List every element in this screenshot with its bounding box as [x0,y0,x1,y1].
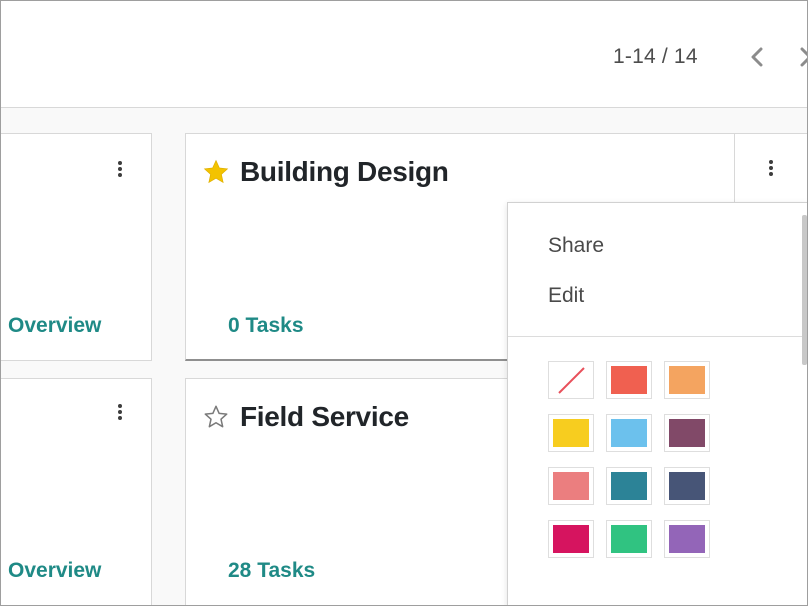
card-header: Field Service [202,401,409,433]
swatch-fill [669,525,705,553]
kebab-dot [118,173,122,177]
app-window: 1-14 / 14 Overview Overview Building Des… [0,0,808,606]
project-title: Building Design [240,156,449,187]
swatch-fill [553,472,589,500]
kebab-dot [118,404,122,408]
color-swatch-red[interactable] [606,361,652,399]
swatch-fill [553,419,589,447]
kebab-dot [118,167,122,171]
dropdown-scrollbar[interactable] [802,215,807,365]
color-swatch-dark-purple[interactable] [664,414,710,452]
pager-next-button[interactable] [791,41,807,73]
pager-value[interactable]: 1-14 / 14 [613,45,698,69]
kebab-dot [118,416,122,420]
star-filled-icon[interactable] [202,158,230,186]
project-card[interactable]: Overview [1,133,152,361]
color-swatch-yellow[interactable] [548,414,594,452]
color-swatch-salmon-pink[interactable] [548,467,594,505]
swatch-fill [553,525,589,553]
card-menu-button-active[interactable] [734,134,807,202]
card-menu-button[interactable] [108,154,132,184]
project-card[interactable]: Overview [1,378,152,605]
color-swatch-no-color[interactable] [548,361,594,399]
kebab-dot [118,410,122,414]
swatch-fill [611,419,647,447]
no-color-icon [558,367,585,394]
share-menu-item[interactable]: Share [548,234,604,258]
swatch-fill [611,525,647,553]
pager-previous-button[interactable] [742,41,772,73]
swatch-fill [611,366,647,394]
card-header: Building Design [202,156,449,188]
card-dropdown-menu: Share Edit [507,202,807,605]
task-label: Tasks [245,314,304,337]
kebab-dot [769,172,773,176]
color-swatch-purple[interactable] [664,520,710,558]
swatch-fill [669,366,705,394]
kebab-dot [769,160,773,164]
kebab-icon [769,160,773,176]
control-panel: 1-14 / 14 [1,1,807,108]
kebab-dot [769,166,773,170]
color-swatch-dark-blue[interactable] [664,467,710,505]
menu-divider [508,336,807,337]
color-swatch-fuchsia[interactable] [548,520,594,558]
card-menu-button[interactable] [108,397,132,427]
tasks-link[interactable]: 28 Tasks [228,559,315,583]
star-outline-icon[interactable] [202,403,230,431]
kebab-dot [118,161,122,165]
task-count: 28 [228,559,252,582]
chevron-right-icon [800,47,807,67]
tasks-link[interactable]: 0 Tasks [228,314,304,338]
chevron-left-icon [751,47,763,67]
edit-menu-item[interactable]: Edit [548,284,584,308]
swatch-fill [669,419,705,447]
color-swatch-medium-blue[interactable] [606,467,652,505]
overview-link[interactable]: Overview [8,559,101,583]
color-swatch-orange[interactable] [664,361,710,399]
swatch-fill [611,472,647,500]
swatch-fill [669,472,705,500]
task-label: Tasks [257,559,316,582]
color-swatch-green[interactable] [606,520,652,558]
color-swatch-light-blue[interactable] [606,414,652,452]
overview-link[interactable]: Overview [8,314,101,338]
task-count: 0 [228,314,240,337]
project-title: Field Service [240,401,409,432]
